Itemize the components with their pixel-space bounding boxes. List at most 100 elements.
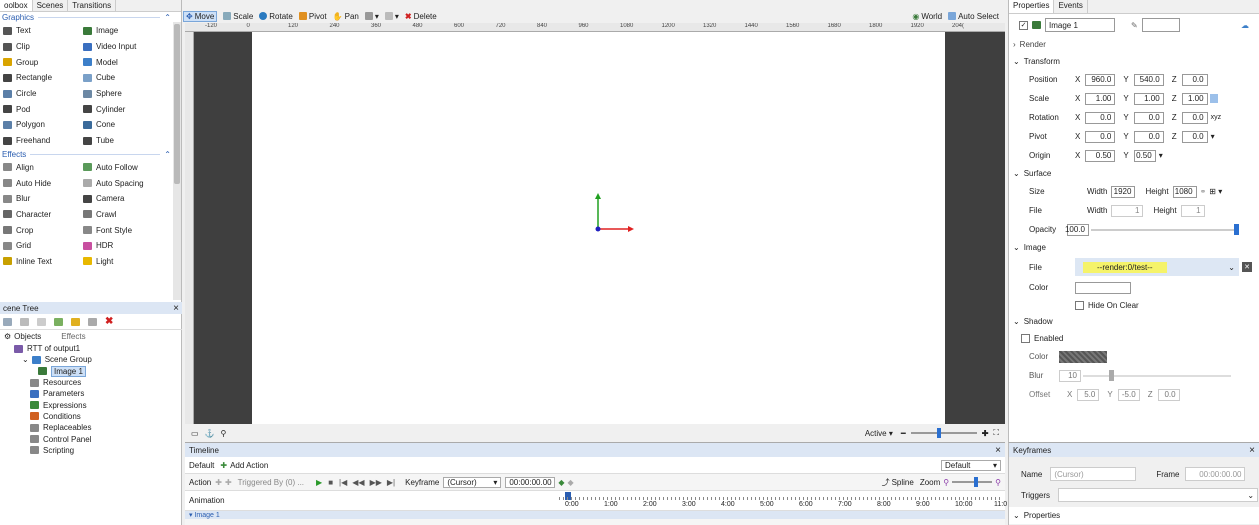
pin-icon[interactable]: ⚲: [221, 429, 227, 438]
tool-video-input[interactable]: Video Input: [83, 39, 175, 55]
tool-image[interactable]: Image: [83, 23, 175, 39]
scale-x-input[interactable]: 1.00: [1085, 92, 1116, 105]
tool-circle[interactable]: Circle: [3, 86, 83, 102]
zoom-in-icon[interactable]: ⚲: [995, 478, 1001, 487]
render-canvas[interactable]: [252, 32, 945, 424]
position-y-input[interactable]: 540.0: [1133, 73, 1164, 86]
pivot-x-input[interactable]: 0.0: [1085, 130, 1116, 143]
graphics-section-header[interactable]: Graphics ⌃: [0, 12, 181, 23]
opacity-slider[interactable]: [1091, 223, 1239, 235]
rotation-order-button[interactable]: xyz: [1211, 114, 1222, 121]
pivot-button[interactable]: Pivot: [298, 12, 327, 21]
tool-pod[interactable]: Pod: [3, 101, 83, 117]
world-button[interactable]: ◉ World: [912, 12, 942, 21]
position-z-input[interactable]: 0.0: [1181, 73, 1208, 86]
effect-auto-hide[interactable]: Auto Hide: [3, 175, 83, 191]
origin-dropdown-icon[interactable]: ▾: [1159, 151, 1163, 160]
image-file-dropdown[interactable]: --render:0/test-- ⌄: [1075, 258, 1239, 276]
collapse-icon[interactable]: ⌃: [164, 13, 171, 22]
paste-icon[interactable]: [37, 317, 46, 326]
lock-scale-icon[interactable]: [1209, 94, 1218, 103]
time-ruler[interactable]: 0:00 1:00 2:00 3:00 4:00 5:00 6:00 7:00 8:00 9:00…: [559, 491, 1007, 510]
pivot-z-input[interactable]: 0.0: [1181, 130, 1208, 143]
chevron-down-icon[interactable]: ⌄: [22, 355, 29, 364]
tab-toolbox[interactable]: oolbox: [0, 0, 33, 11]
tag-input[interactable]: [1141, 18, 1180, 32]
tool-cube[interactable]: Cube: [83, 70, 175, 86]
effect-auto-spacing[interactable]: Auto Spacing: [83, 175, 175, 191]
scale-button[interactable]: Scale: [223, 12, 253, 21]
tab-properties[interactable]: Properties: [1009, 0, 1055, 13]
delete-button[interactable]: ✖ Delete: [405, 12, 437, 21]
move-up-icon[interactable]: [71, 317, 80, 326]
collapse-icon[interactable]: ⌃: [164, 150, 171, 159]
origin-y-input[interactable]: 0.50: [1133, 149, 1156, 162]
copy-icon[interactable]: [20, 317, 29, 326]
tree-item[interactable]: Image 1: [0, 365, 182, 377]
group-icon[interactable]: ☁: [1241, 21, 1249, 30]
tool-sphere[interactable]: Sphere: [83, 86, 175, 102]
tab-transitions[interactable]: Transitions: [68, 0, 117, 11]
track-image[interactable]: ▾ Image 1: [189, 511, 220, 519]
render-group[interactable]: › Render: [1009, 36, 1259, 53]
shadow-group[interactable]: ⌄ Shadow: [1009, 313, 1259, 330]
toolbox-scrollbar[interactable]: [173, 22, 181, 300]
go-start-icon[interactable]: |◀: [339, 478, 347, 487]
rotation-z-input[interactable]: 0.0: [1181, 111, 1208, 124]
tool-model[interactable]: Model: [83, 54, 175, 70]
action-add-icon[interactable]: ✚: [215, 478, 222, 487]
tool-polygon[interactable]: Polygon: [3, 117, 83, 133]
zoom-out-icon[interactable]: ⚲: [943, 478, 949, 487]
pivot-y-input[interactable]: 0.0: [1133, 130, 1164, 143]
effect-crawl[interactable]: Crawl: [83, 207, 175, 223]
step-back-icon[interactable]: ◀◀: [352, 478, 364, 487]
scale-y-input[interactable]: 1.00: [1133, 92, 1164, 105]
tree-item[interactable]: Parameters: [0, 388, 182, 399]
effect-hdr[interactable]: HDR: [83, 238, 175, 254]
pan-button[interactable]: ✋ Pan: [333, 12, 359, 21]
play-icon[interactable]: ▶: [316, 478, 322, 487]
keyframe-properties-group[interactable]: ⌄ Properties: [1009, 507, 1259, 524]
rotation-x-input[interactable]: 0.0: [1085, 111, 1116, 124]
effect-crop[interactable]: Crop: [3, 222, 83, 238]
tool-freehand[interactable]: Freehand: [3, 133, 83, 149]
visible-checkbox[interactable]: ✓: [1019, 20, 1028, 30]
tool-rectangle[interactable]: Rectangle: [3, 70, 83, 86]
zoom-in-icon[interactable]: ✚: [982, 429, 989, 438]
tool-tube[interactable]: Tube: [83, 133, 175, 149]
keyframe-dropdown[interactable]: (Cursor) ▾: [443, 476, 502, 488]
effect-align[interactable]: Align: [3, 160, 83, 176]
position-x-input[interactable]: 960.0: [1085, 73, 1116, 86]
close-icon[interactable]: ×: [1249, 445, 1255, 456]
group-icon[interactable]: [54, 317, 63, 326]
tab-default[interactable]: Default: [189, 461, 214, 470]
tab-events[interactable]: Events: [1054, 0, 1088, 13]
zoom-out-icon[interactable]: ━: [901, 429, 906, 438]
effect-lua-script[interactable]: LUA Script: [83, 269, 175, 272]
scale-z-input[interactable]: 1.00: [1181, 92, 1208, 105]
triggered-by-button[interactable]: Triggered By (0) ...: [238, 478, 304, 487]
transform-group[interactable]: ⌄ Transform: [1009, 53, 1259, 70]
spline-button[interactable]: Spline: [892, 478, 914, 487]
tool-clip[interactable]: Clip: [3, 39, 83, 55]
add-icon[interactable]: [3, 317, 12, 326]
image-group[interactable]: ⌄ Image: [1009, 239, 1259, 256]
close-icon[interactable]: ×: [173, 303, 179, 314]
visibility-icon[interactable]: [88, 317, 97, 326]
rotation-y-input[interactable]: 0.0: [1133, 111, 1164, 124]
zoom-slider[interactable]: [910, 428, 977, 438]
stop-icon[interactable]: ■: [328, 478, 333, 487]
size-preset-icon[interactable]: ⊞ ▾: [1209, 187, 1222, 196]
effect-character[interactable]: Character: [3, 207, 83, 223]
tree-item[interactable]: Control Panel: [0, 433, 182, 444]
enabled-checkbox[interactable]: [1021, 334, 1030, 343]
step-forward-icon[interactable]: ▶▶: [370, 478, 382, 487]
tree-item[interactable]: RTT of output1: [0, 343, 182, 354]
active-dropdown[interactable]: Active ▾: [862, 428, 896, 439]
pivot-dropdown-icon[interactable]: ▾: [1211, 132, 1215, 141]
tab-objects[interactable]: Objects: [14, 332, 41, 341]
tool-text[interactable]: Text: [3, 23, 83, 39]
tab-effects[interactable]: Effects: [61, 332, 85, 341]
effects-section-header[interactable]: Effects ⌃: [0, 149, 181, 160]
move-button[interactable]: ✥ Move: [183, 10, 218, 22]
